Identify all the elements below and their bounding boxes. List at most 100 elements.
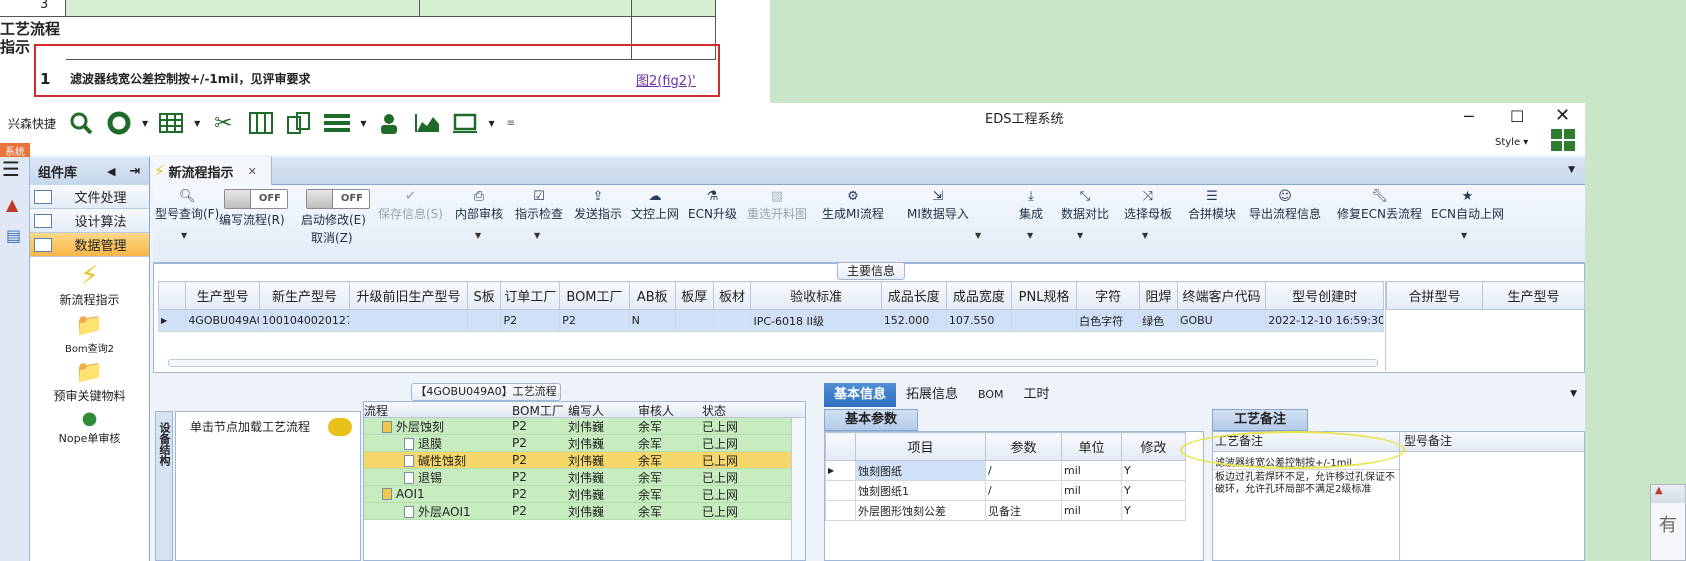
table-cell[interactable]	[1010, 309, 1078, 332]
tab-extended-info[interactable]: 拓展信息	[896, 383, 968, 407]
main-col-header[interactable]: 阻焊	[1139, 281, 1178, 310]
mi-import-button[interactable]: ⇲ MI数据导入	[907, 189, 969, 222]
repair-ecn-button[interactable]: 🔧︎ 修复ECN丢流程	[1337, 189, 1422, 222]
table-cell[interactable]: 蚀刻图纸1	[855, 480, 986, 501]
tile-nope-review[interactable]: ● Nope单审核	[30, 408, 149, 446]
chevron-down-icon[interactable]: ▼	[975, 231, 981, 240]
main-col-header[interactable]: 订单工厂	[500, 281, 561, 310]
area-chart-icon[interactable]	[412, 110, 442, 136]
table-cell[interactable]: 蚀刻图纸	[855, 460, 986, 481]
horizontal-scrollbar[interactable]	[168, 359, 1378, 367]
data-compare-button[interactable]: ⤡ 数据对比	[1061, 189, 1109, 222]
chevron-down-icon[interactable]: ▼	[1568, 165, 1575, 175]
copy-icon[interactable]	[284, 110, 314, 136]
save-info-button[interactable]: ✔ 保存信息(S)	[378, 189, 443, 222]
chevron-down-icon[interactable]: ▼	[1570, 389, 1577, 399]
send-instruction-button[interactable]: ⇪ 发送指示	[574, 189, 622, 222]
table-cell[interactable]: 152.000	[880, 309, 947, 332]
search-icon[interactable]	[66, 110, 96, 136]
tree-node[interactable]: 外层AOI1 P2 刘伟巍 余军 已上网	[364, 503, 805, 520]
table-cell[interactable]: /	[985, 480, 1062, 501]
list-icon[interactable]	[322, 110, 352, 136]
table-row[interactable]: 蚀刻图纸1/mil Y	[825, 480, 1186, 501]
model-query-button[interactable]: 🔍︎ 型号查询(F)	[155, 189, 219, 222]
cancel-button[interactable]: 取消(Z)	[311, 229, 353, 246]
tree-node[interactable]: 退锡 P2 刘伟巍 余军 已上网	[364, 469, 805, 486]
table-cell[interactable]: P2	[500, 309, 561, 332]
lifebuoy-icon[interactable]	[104, 110, 134, 136]
param-col-header[interactable]: 单位	[1061, 432, 1122, 461]
table-cell[interactable]: mil	[1061, 500, 1122, 521]
main-col-header[interactable]: 生产型号	[185, 281, 260, 310]
chevron-down-icon[interactable]: ▼	[360, 119, 366, 128]
chevron-down-icon[interactable]: ▼	[1461, 231, 1467, 240]
user-icon[interactable]	[374, 110, 404, 136]
write-process-toggle[interactable]: OFF	[224, 189, 288, 209]
main-col-header[interactable]: S板	[466, 281, 502, 310]
customize-icon[interactable]: ≡	[507, 118, 515, 129]
model-note-header[interactable]: 型号备注	[1399, 432, 1579, 451]
table-row[interactable]: 外层图形蚀刻公差 见备注 mil Y	[825, 500, 1186, 521]
col-writer[interactable]: 编写人	[568, 402, 638, 418]
export-process-button[interactable]: ☺ 导出流程信息	[1249, 189, 1321, 222]
tile-prereview[interactable]: 📁 预审关键物料	[30, 359, 149, 404]
maximize-button[interactable]: ☐	[1510, 107, 1524, 126]
tab-basic-info[interactable]: 基本信息	[824, 383, 897, 407]
table-cell[interactable]: Y	[1121, 480, 1186, 501]
merge-model-header[interactable]: 合拼型号	[1386, 281, 1483, 310]
table-cell[interactable]	[466, 309, 502, 332]
col-reviewer[interactable]: 审核人	[638, 402, 702, 418]
table-cell[interactable]: /	[985, 460, 1062, 481]
window-icon[interactable]	[450, 110, 480, 136]
close-button[interactable]: ✕	[1555, 105, 1570, 126]
library-item-data[interactable]: 数据管理	[30, 233, 149, 257]
main-col-header[interactable]: BOM工厂	[559, 281, 630, 310]
tree-node[interactable]: AOI1 P2 刘伟巍 余军 已上网	[364, 486, 805, 503]
columns-icon[interactable]	[246, 110, 276, 136]
main-col-header[interactable]: 成品宽度	[945, 281, 1012, 310]
side-tag[interactable]: 系统	[0, 143, 30, 158]
main-col-header[interactable]: 终端客户代码	[1176, 281, 1267, 310]
tree-node[interactable]: 退膜 P2 刘伟巍 余军 已上网	[364, 435, 805, 452]
table-cell[interactable]: Y	[1121, 460, 1186, 481]
scissors-icon[interactable]: ✂	[208, 110, 238, 136]
table-cell[interactable]: 白色字符	[1076, 309, 1141, 332]
table-cell[interactable]: 10010400201273	[258, 309, 351, 332]
menu-icon[interactable]: ☰	[0, 157, 29, 181]
integrate-button[interactable]: ⤓ 集成	[1019, 189, 1043, 222]
param-col-header[interactable]: 项目	[855, 432, 986, 461]
table-cell[interactable]: 外层图形蚀刻公差	[855, 500, 986, 521]
chevron-down-icon[interactable]: ▼	[488, 119, 494, 128]
tab-work-hours[interactable]: 工时	[1014, 383, 1060, 407]
col-status[interactable]: 状态	[702, 402, 752, 418]
doc-control-online-button[interactable]: ☁ 文控上网	[631, 189, 679, 222]
start-edit-toggle[interactable]: OFF	[306, 189, 370, 209]
table-cell[interactable]	[349, 309, 468, 332]
reselect-cutting-button[interactable]: ▨ 重选开料图	[747, 189, 807, 222]
table-cell[interactable]: 107.550	[945, 309, 1012, 332]
chat-icon[interactable]	[328, 418, 352, 436]
table-cell[interactable]: 见备注	[985, 500, 1062, 521]
table-cell[interactable]: GOBU	[1176, 309, 1267, 332]
table-cell[interactable]: 2022-12-10 16:59:30	[1265, 309, 1384, 332]
col-process[interactable]: 流程	[364, 402, 512, 418]
chevron-down-icon[interactable]: ▼	[1142, 231, 1148, 240]
tab-new-process[interactable]: ⚡ 新流程指示 ✕	[150, 157, 272, 185]
chevron-down-icon[interactable]: ▼	[181, 231, 187, 240]
device-structure-tab[interactable]: 设备结构	[155, 411, 173, 561]
tree-node[interactable]: 碱性蚀刻 P2 刘伟巍 余军 已上网	[364, 452, 805, 469]
ecn-upgrade-button[interactable]: ⚗ ECN升级	[688, 189, 737, 222]
library-item-file[interactable]: 文件处理	[30, 185, 149, 209]
tile-bom-query[interactable]: 📁 Bom查询2	[30, 312, 149, 355]
production-model-header[interactable]: 生产型号	[1482, 281, 1585, 310]
instruction-check-button[interactable]: ☑ 指示检查	[515, 189, 563, 222]
tree-node[interactable]: 外层蚀刻 P2 刘伟巍 余军 已上网	[364, 418, 805, 435]
ecn-auto-online-button[interactable]: ★ ECN自动上网	[1431, 189, 1504, 222]
table-row[interactable]: ▶4GOBU049A010010400201273P2P2NIPC-6018 I…	[158, 309, 1384, 332]
table-cell[interactable]: 4GOBU049A0	[185, 309, 260, 332]
table-cell[interactable]: mil	[1061, 460, 1122, 481]
chevron-down-icon[interactable]: ▼	[475, 231, 481, 240]
main-col-header[interactable]: AB板	[628, 281, 676, 310]
main-col-header[interactable]: 板材	[712, 281, 752, 310]
process-note-text[interactable]: 板边过孔若焊环不足，允许移过孔保证不破环，允许孔环局部不满足2级标准	[1213, 470, 1399, 498]
